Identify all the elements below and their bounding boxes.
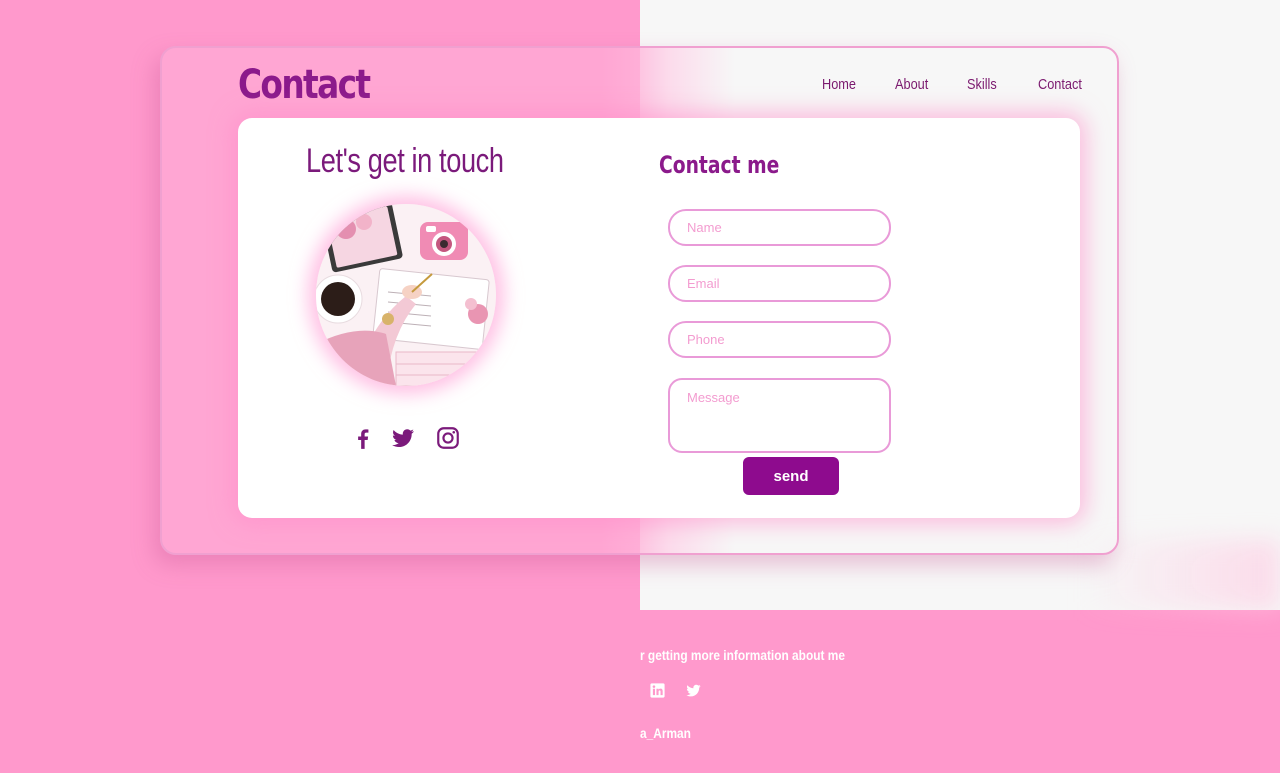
send-button[interactable]: send [743, 457, 839, 495]
form-heading: Contact me [659, 151, 780, 179]
linkedin-icon[interactable] [649, 682, 666, 699]
nav-skills[interactable]: Skills [967, 76, 997, 93]
twitter-icon[interactable] [390, 425, 416, 451]
facebook-icon[interactable] [350, 425, 376, 451]
footer-handle: a_Arman [640, 725, 691, 741]
desk-illustration [316, 204, 496, 386]
twitter-icon[interactable] [685, 682, 702, 699]
phone-input[interactable] [668, 321, 891, 358]
message-textarea[interactable] [668, 378, 891, 453]
nav-home[interactable]: Home [822, 76, 856, 93]
instagram-icon[interactable] [435, 425, 461, 451]
nav-about[interactable]: About [895, 76, 928, 93]
email-input[interactable] [668, 265, 891, 302]
footer-social-links [649, 682, 709, 700]
top-nav: Home About Skills Contact [0, 76, 1280, 96]
footer-background [0, 600, 640, 773]
footer-text: r getting more information about me [640, 647, 845, 663]
name-input[interactable] [668, 209, 891, 246]
left-heading: Let's get in touch [306, 142, 504, 180]
nav-contact[interactable]: Contact [1038, 76, 1082, 93]
social-links [350, 425, 470, 453]
